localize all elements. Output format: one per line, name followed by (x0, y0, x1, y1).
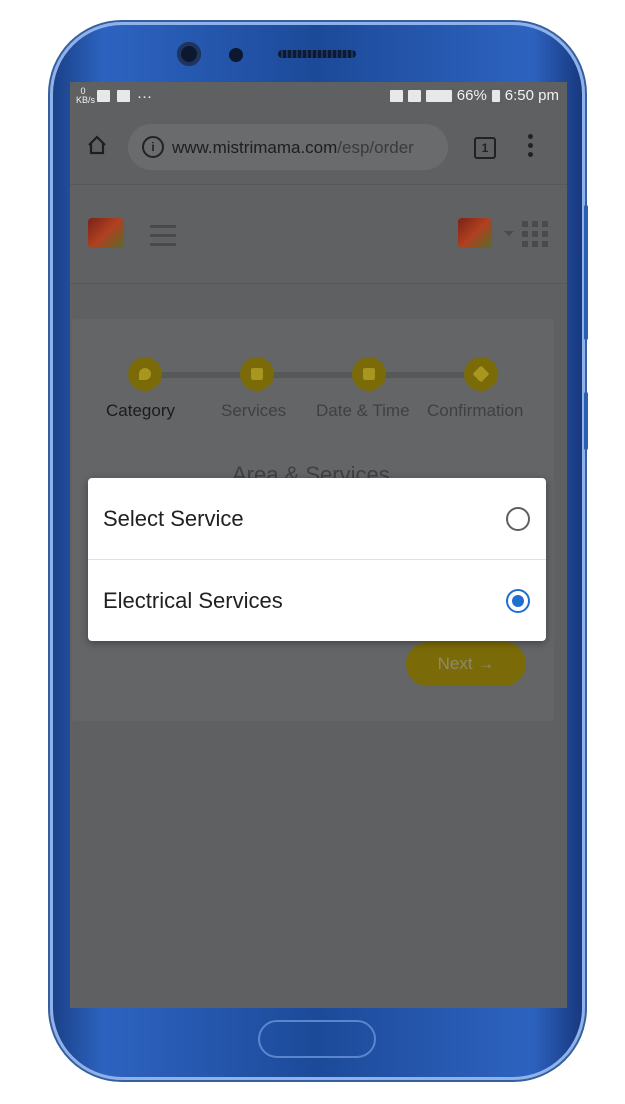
info-icon[interactable]: i (142, 136, 164, 158)
signal-icon (425, 89, 452, 102)
site-header (70, 185, 567, 284)
home-icon[interactable] (86, 134, 108, 156)
radio-checked[interactable] (506, 589, 530, 613)
power-button (584, 392, 588, 450)
chevron-down-icon[interactable] (504, 231, 514, 236)
step-category-icon (128, 357, 162, 391)
next-button[interactable]: Next → (406, 642, 526, 686)
mail-icon (117, 90, 130, 102)
stepper-track (148, 372, 482, 378)
url-text[interactable]: www.mistrimama.com/esp/order (172, 138, 414, 158)
proximity-sensor (229, 48, 243, 62)
network-speed: 0 KB/s (76, 86, 96, 105)
step-confirmation-icon (464, 357, 498, 391)
clock: 6:50 pm (504, 87, 559, 104)
browser-toolbar: i www.mistrimama.com/esp/order 1 (70, 112, 567, 185)
battery-icon (491, 89, 500, 102)
mute-icon (389, 89, 403, 102)
option-select-service[interactable]: Select Service (88, 478, 546, 560)
url-path: /esp/order (337, 138, 414, 157)
service-select-dialog: Select Service Electrical Services (88, 478, 546, 641)
step-label-datetime: Date & Time (316, 401, 410, 420)
hamburger-menu-icon[interactable] (150, 225, 176, 252)
option-label: Select Service (103, 506, 244, 531)
step-label-category: Category (106, 401, 175, 420)
more-notifications: ··· (137, 87, 152, 105)
step-label-services: Services (221, 401, 287, 420)
step-datetime-icon (352, 357, 386, 391)
option-electrical-services[interactable]: Electrical Services (88, 560, 546, 641)
volume-button (584, 205, 588, 340)
apps-grid-icon[interactable] (522, 221, 548, 247)
overflow-menu-icon[interactable] (528, 134, 534, 161)
user-avatar[interactable] (458, 218, 492, 248)
radio-unchecked[interactable] (506, 507, 530, 531)
step-label-confirmation: Confirmation (427, 401, 524, 420)
tab-switcher-icon[interactable]: 1 (474, 137, 496, 159)
home-button[interactable] (258, 1020, 376, 1058)
battery-percent: 66% (456, 87, 487, 104)
gallery-icon (97, 90, 110, 102)
site-logo[interactable] (88, 218, 124, 248)
sim-icon (407, 89, 421, 102)
url-domain: www.mistrimama.com (172, 138, 338, 157)
earpiece-speaker (278, 50, 356, 58)
option-label: Electrical Services (103, 588, 283, 613)
address-bar[interactable]: i www.mistrimama.com/esp/order (128, 124, 448, 170)
step-services-icon (240, 357, 274, 391)
status-bar: 0 KB/s ··· 66% 6:50 pm (70, 82, 567, 110)
front-camera (177, 42, 201, 66)
